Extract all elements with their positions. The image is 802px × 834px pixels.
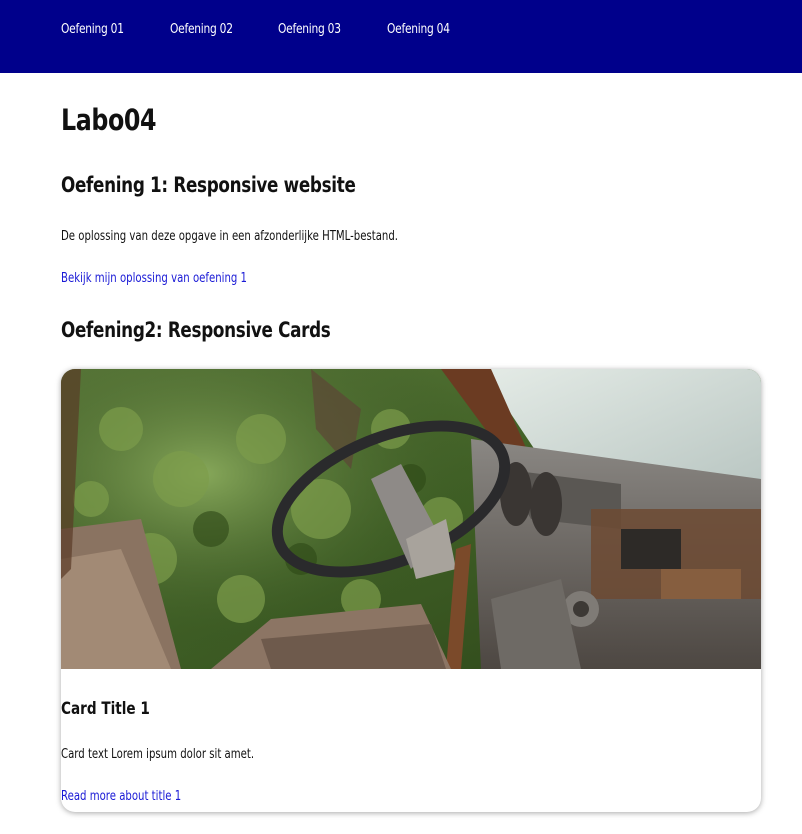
page-title: Labo04 bbox=[61, 103, 177, 137]
card-title: Card Title 1 bbox=[61, 699, 172, 719]
nav-link-oefening-04[interactable]: Oefening 04 bbox=[387, 22, 450, 37]
exercise2-heading: Oefening2: Responsive Cards bbox=[61, 318, 398, 342]
card-read-more-link-text: Read more about title 1 bbox=[61, 789, 182, 804]
card-text-content: Card text Lorem ipsum dolor sit amet. bbox=[61, 747, 255, 762]
card-title-text: Card Title 1 bbox=[61, 699, 150, 719]
card: Card Title 1 Card text Lorem ipsum dolor… bbox=[61, 369, 761, 812]
exercise1-text-content: De oplossing van deze opgave in een afzo… bbox=[61, 229, 399, 244]
nav-link-oefening-01[interactable]: Oefening 01 bbox=[61, 22, 124, 37]
card-text: Card text Lorem ipsum dolor sit amet. bbox=[61, 747, 309, 762]
exercise1-text: De oplossing van deze opgave in een afzo… bbox=[61, 229, 493, 244]
nav-list: Oefening 01 Oefening 02 Oefening 03 Oefe… bbox=[61, 18, 495, 37]
exercise2-heading-text: Oefening2: Responsive Cards bbox=[61, 318, 331, 342]
page-title-text: Labo04 bbox=[61, 103, 157, 137]
exercise1-heading: Oefening 1: Responsive website bbox=[61, 173, 429, 197]
exercise1-solution-link-text: Bekijk mijn oplossing van oefening 1 bbox=[61, 271, 247, 286]
card-read-more-link[interactable]: Read more about title 1 bbox=[61, 789, 215, 804]
nav-item-oefening-01: Oefening 01 bbox=[61, 18, 138, 37]
nav-link-oefening-02[interactable]: Oefening 02 bbox=[170, 22, 233, 37]
exercise1-solution-link[interactable]: Bekijk mijn oplossing van oefening 1 bbox=[61, 271, 299, 286]
card-image bbox=[61, 369, 761, 669]
top-navigation: Oefening 01 Oefening 02 Oefening 03 Oefe… bbox=[0, 0, 802, 73]
exercise1-heading-text: Oefening 1: Responsive website bbox=[61, 173, 356, 197]
nav-link-oefening-03[interactable]: Oefening 03 bbox=[278, 22, 341, 37]
nav-item-oefening-03: Oefening 03 bbox=[278, 18, 355, 37]
nav-item-oefening-02: Oefening 02 bbox=[170, 18, 247, 37]
nav-item-oefening-04: Oefening 04 bbox=[387, 18, 464, 37]
